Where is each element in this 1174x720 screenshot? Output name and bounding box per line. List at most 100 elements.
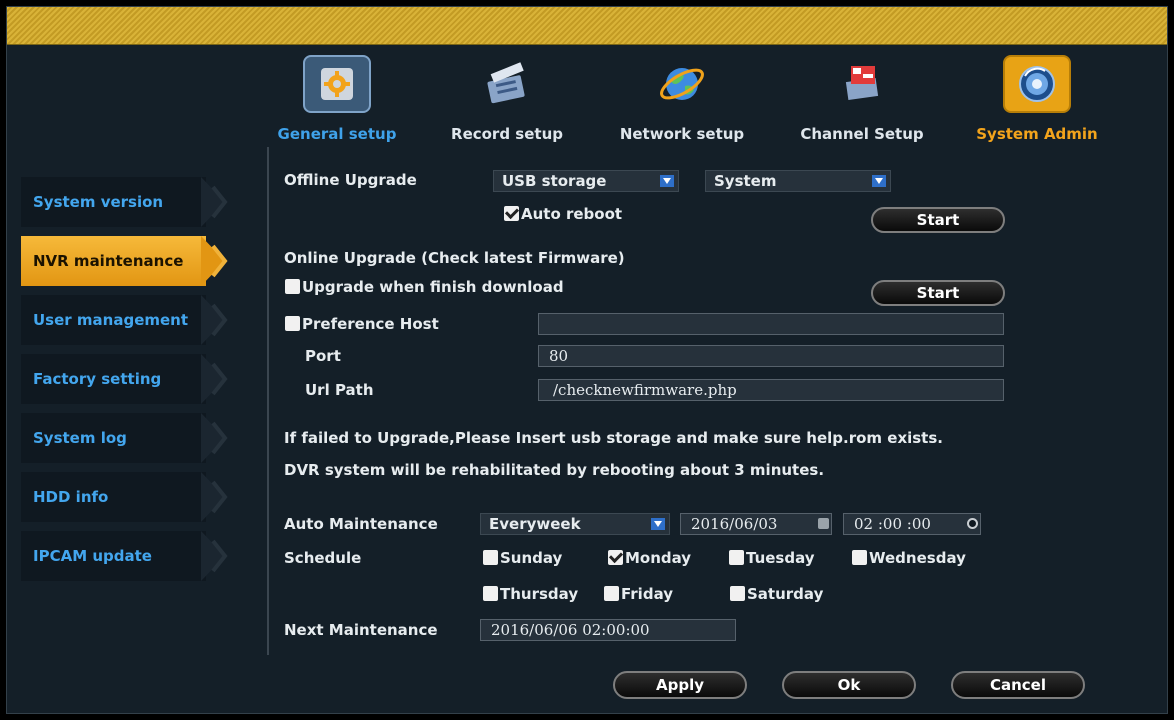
checkbox-icon — [285, 316, 300, 331]
sidebar-item-user-management[interactable]: User management — [21, 295, 239, 345]
online-start-button[interactable]: Start — [871, 280, 1005, 306]
day-sunday-checkbox[interactable]: Sunday — [483, 549, 562, 567]
upgrade-when-finish-checkbox[interactable]: Upgrade when finish download — [285, 278, 564, 296]
chevron-right-icon — [211, 539, 228, 573]
upgrade-type-select[interactable]: System — [705, 170, 891, 192]
sidebar-item-nvr-maintenance[interactable]: NVR maintenance — [21, 236, 239, 286]
sidebar-item-label: System log — [33, 429, 127, 447]
tab-channel-setup[interactable]: Channel Setup — [782, 55, 942, 151]
sidebar-item-system-version[interactable]: System version — [21, 177, 239, 227]
dvr-window: General setup Record setup Network setup… — [6, 6, 1168, 714]
checkbox-icon — [730, 586, 745, 601]
tab-general-setup-label: General setup — [277, 125, 397, 143]
reboot-hint-text: DVR system will be rehabilitated by rebo… — [284, 461, 825, 479]
apply-button[interactable]: Apply — [613, 671, 747, 699]
tab-network-setup-label: Network setup — [619, 125, 745, 143]
checkbox-icon — [729, 550, 744, 565]
tab-channel-setup-label: Channel Setup — [800, 125, 924, 143]
maintenance-time-value: 02 :00 :00 — [854, 515, 931, 533]
day-friday-checkbox[interactable]: Friday — [604, 585, 673, 603]
upgrade-type-value: System — [714, 172, 777, 190]
checkbox-checked-icon — [608, 550, 623, 565]
chevron-right-icon — [211, 185, 228, 219]
day-label: Wednesday — [869, 549, 966, 567]
chevron-down-icon — [651, 518, 665, 530]
maintenance-frequency-select[interactable]: Everyweek — [480, 513, 670, 535]
tab-general-setup[interactable]: General setup — [257, 55, 417, 151]
sidebar-item-system-log[interactable]: System log — [21, 413, 239, 463]
chevron-right-icon — [211, 421, 228, 455]
calendar-icon — [818, 518, 829, 529]
url-path-input[interactable]: /checknewfirmware.php — [538, 379, 1004, 401]
clock-icon — [967, 518, 978, 529]
offline-upgrade-label: Offline Upgrade — [284, 171, 417, 189]
maintenance-frequency-value: Everyweek — [489, 515, 581, 533]
chevron-down-icon — [872, 175, 886, 187]
maintenance-date-input[interactable]: 2016/06/03 — [680, 513, 832, 535]
offline-start-button[interactable]: Start — [871, 207, 1005, 233]
day-wednesday-checkbox[interactable]: Wednesday — [852, 549, 966, 567]
checkbox-icon — [852, 550, 867, 565]
preference-host-label: Preference Host — [302, 315, 439, 333]
clapper-icon — [473, 55, 541, 113]
maintenance-date-value: 2016/06/03 — [691, 515, 778, 533]
tab-system-admin-label: System Admin — [976, 125, 1098, 143]
schedule-label: Schedule — [284, 549, 362, 567]
sidebar-item-label: IPCAM update — [33, 547, 152, 565]
maintenance-time-input[interactable]: 02 :00 :00 — [843, 513, 981, 535]
cancel-button[interactable]: Cancel — [951, 671, 1085, 699]
sidebar-item-label: NVR maintenance — [33, 252, 184, 270]
top-nav: General setup Record setup Network setup… — [257, 55, 1117, 155]
divider — [267, 147, 269, 655]
sidebar: System version NVR maintenance User mana… — [21, 177, 241, 590]
tab-record-setup[interactable]: Record setup — [427, 55, 587, 151]
url-path-label: Url Path — [305, 381, 374, 399]
globe-icon — [648, 55, 716, 113]
port-input[interactable]: 80 — [538, 345, 1004, 367]
upgrade-when-finish-label: Upgrade when finish download — [302, 278, 564, 296]
day-label: Friday — [621, 585, 674, 603]
tab-system-admin[interactable]: System Admin — [957, 55, 1117, 151]
sidebar-item-label: Factory setting — [33, 370, 162, 388]
day-tuesday-checkbox[interactable]: Tuesday — [729, 549, 815, 567]
chevron-down-icon — [660, 175, 674, 187]
channel-icon — [828, 55, 896, 113]
sidebar-item-label: System version — [33, 193, 164, 211]
sidebar-item-label: HDD info — [33, 488, 109, 506]
checkbox-icon — [285, 279, 300, 294]
preference-host-checkbox[interactable]: Preference Host — [285, 315, 439, 333]
online-upgrade-label: Online Upgrade (Check latest Firmware) — [284, 249, 625, 267]
port-label: Port — [305, 347, 341, 365]
auto-maintenance-label: Auto Maintenance — [284, 515, 438, 533]
gear-icon — [303, 55, 371, 113]
day-monday-checkbox[interactable]: Monday — [608, 549, 691, 567]
next-maintenance-label: Next Maintenance — [284, 621, 438, 639]
upgrade-source-select[interactable]: USB storage — [493, 170, 679, 192]
preference-host-input[interactable] — [538, 313, 1004, 335]
chevron-right-icon — [211, 480, 228, 514]
day-saturday-checkbox[interactable]: Saturday — [730, 585, 823, 603]
day-label: Thursday — [500, 585, 579, 603]
auto-reboot-label: Auto reboot — [521, 205, 623, 223]
checkbox-checked-icon — [504, 206, 519, 221]
day-label: Sunday — [500, 549, 563, 567]
checkbox-icon — [483, 586, 498, 601]
ok-button[interactable]: Ok — [782, 671, 916, 699]
tab-record-setup-label: Record setup — [451, 125, 563, 143]
checkbox-icon — [604, 586, 619, 601]
sidebar-item-factory-setting[interactable]: Factory setting — [21, 354, 239, 404]
day-label: Tuesday — [746, 549, 815, 567]
day-thursday-checkbox[interactable]: Thursday — [483, 585, 578, 603]
chevron-right-icon — [211, 303, 228, 337]
upgrade-hint-text: If failed to Upgrade,Please Insert usb s… — [284, 429, 943, 447]
sidebar-item-ipcam-update[interactable]: IPCAM update — [21, 531, 239, 581]
sidebar-item-hdd-info[interactable]: HDD info — [21, 472, 239, 522]
day-label: Saturday — [747, 585, 824, 603]
chevron-right-icon — [211, 244, 228, 278]
next-maintenance-value: 2016/06/06 02:00:00 — [480, 619, 736, 641]
auto-reboot-checkbox[interactable]: Auto reboot — [504, 205, 622, 223]
admin-icon — [1003, 55, 1071, 113]
day-label: Monday — [625, 549, 692, 567]
upgrade-source-value: USB storage — [502, 172, 607, 190]
tab-network-setup[interactable]: Network setup — [602, 55, 762, 151]
